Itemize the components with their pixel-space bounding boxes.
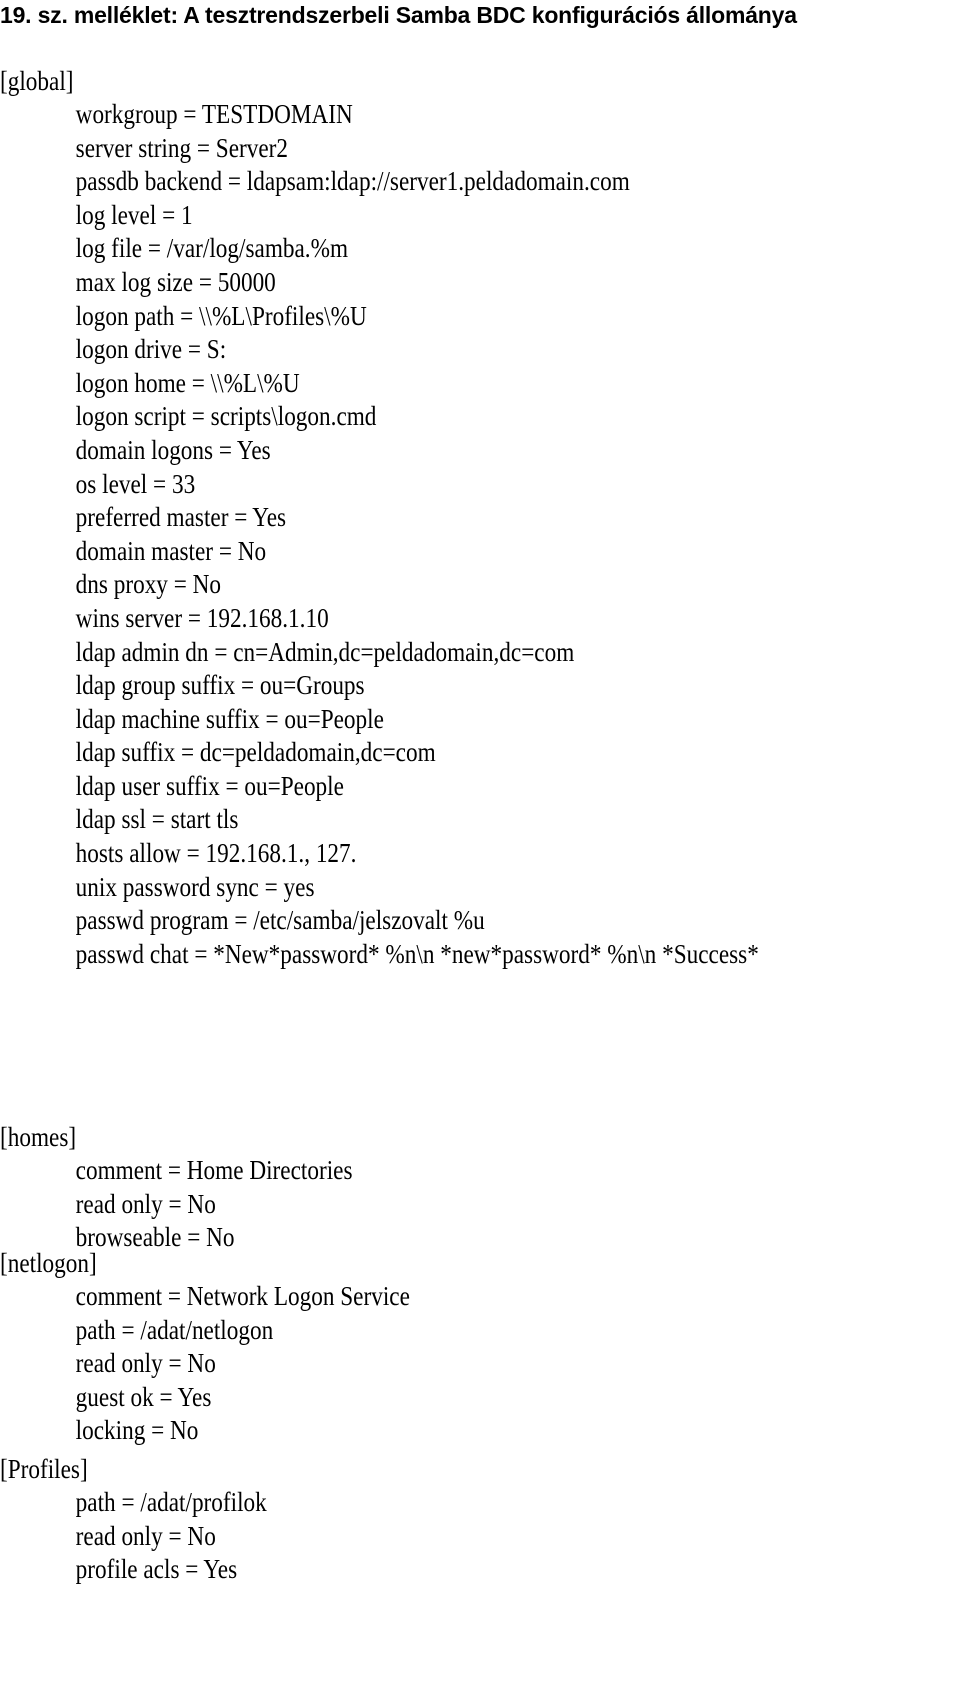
- config-entry: ldap admin dn = cn=Admin,dc=peldadomain,…: [75, 636, 575, 667]
- section-entries: workgroup = TESTDOMAIN server string = Se…: [0, 98, 882, 971]
- section-header: [homes]: [0, 1122, 77, 1152]
- config-entry: os level = 33: [75, 468, 196, 499]
- section-header: [netlogon]: [0, 1248, 97, 1278]
- config-entry: ldap user suffix = ou=People: [75, 770, 344, 801]
- section-entries: path = /adat/profilok read only = No profi…: [0, 1486, 310, 1587]
- config-section-netlogon: [netlogon] comment = Network Logon Servi…: [0, 1246, 477, 1448]
- config-entry: path = /adat/netlogon: [75, 1314, 274, 1345]
- config-entry: ldap ssl = start tls: [75, 804, 239, 835]
- config-entry: wins server = 192.168.1.10: [75, 602, 329, 633]
- config-entry: max log size = 50000: [75, 266, 276, 297]
- config-entry: read only = No: [75, 1188, 216, 1219]
- config-entry: logon home = \\%L\%U: [75, 367, 300, 398]
- section-header: [global]: [0, 66, 74, 96]
- config-entry: passwd chat = *New*password* %n\n *new*p…: [75, 938, 759, 969]
- config-entry: comment = Home Directories: [75, 1155, 353, 1185]
- config-entry: passwd program = /etc/samba/jelszovalt %…: [75, 905, 485, 936]
- config-section-homes: [homes] comment = Home Directories read o…: [0, 1120, 410, 1255]
- config-entry: path = /adat/profilok: [75, 1487, 267, 1517]
- section-entries: comment = Network Logon Service path = /a…: [0, 1280, 477, 1448]
- config-entry: logon drive = S:: [75, 334, 227, 365]
- config-entry: locking = No: [75, 1415, 199, 1446]
- config-entry: log file = /var/log/samba.%m: [75, 233, 349, 264]
- config-entry: comment = Network Logon Service: [75, 1281, 410, 1311]
- config-entry: profile acls = Yes: [75, 1554, 238, 1585]
- config-entry: guest ok = Yes: [75, 1381, 212, 1412]
- config-entry: ldap machine suffix = ou=People: [75, 703, 384, 734]
- config-entry: logon path = \\%L\Profiles\%U: [75, 300, 367, 331]
- config-entry: unix password sync = yes: [75, 871, 315, 902]
- config-entry: domain master = No: [75, 535, 267, 566]
- config-entry: workgroup = TESTDOMAIN: [75, 99, 353, 129]
- config-entry: dns proxy = No: [75, 569, 222, 600]
- config-section-global: [global] workgroup = TESTDOMAIN server st…: [0, 64, 882, 971]
- config-entry: read only = No: [75, 1348, 216, 1379]
- config-entry: server string = Server2: [75, 132, 289, 163]
- section-header: [Profiles]: [0, 1454, 88, 1484]
- config-entry: hosts allow = 192.168.1., 127.: [75, 838, 357, 869]
- document-title: 19. sz. melléklet: A tesztrendszerbeli S…: [0, 2, 797, 28]
- config-entry: log level = 1: [75, 199, 193, 230]
- config-entry: passdb backend = ldapsam:ldap://server1.…: [75, 166, 630, 197]
- config-section-profiles: [Profiles] path = /adat/profilok read onl…: [0, 1452, 310, 1587]
- config-entry: ldap group suffix = ou=Groups: [75, 670, 365, 701]
- config-entry: domain logons = Yes: [75, 434, 271, 465]
- section-entries: comment = Home Directories read only = No…: [0, 1154, 410, 1255]
- config-entry: read only = No: [75, 1520, 216, 1551]
- config-entry: logon script = scripts\logon.cmd: [75, 401, 377, 432]
- config-entry: preferred master = Yes: [75, 502, 287, 533]
- config-entry: ldap suffix = dc=peldadomain,dc=com: [75, 737, 436, 768]
